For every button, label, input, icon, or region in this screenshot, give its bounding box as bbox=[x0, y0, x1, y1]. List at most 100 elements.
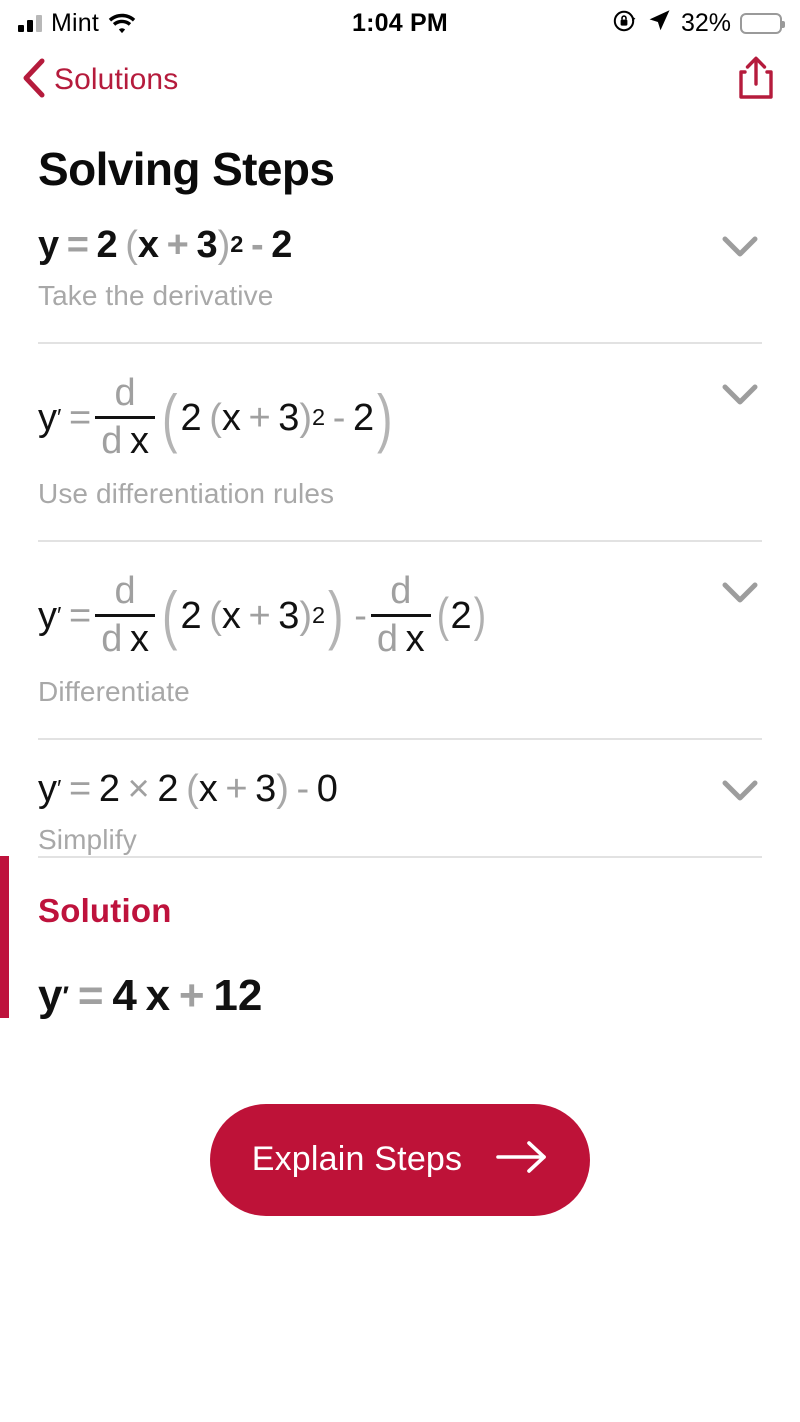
eq-exponent: 2 bbox=[312, 404, 326, 431]
frac-numerator: d bbox=[114, 569, 136, 612]
eq-term: 2 bbox=[271, 224, 293, 266]
solution-label: Solution bbox=[38, 891, 172, 929]
eq-term: 2 bbox=[180, 594, 202, 637]
eq-term: 2 bbox=[180, 396, 202, 439]
eq-paren: ) bbox=[276, 767, 289, 810]
eq-term: 12 bbox=[213, 970, 263, 1020]
arrow-right-icon bbox=[496, 1140, 548, 1179]
chevron-down-icon[interactable] bbox=[722, 374, 762, 411]
eq-term: y bbox=[38, 224, 60, 266]
eq-operator: + bbox=[178, 970, 205, 1020]
eq-operator: = bbox=[69, 767, 92, 810]
step-item[interactable]: y ′ = 2 × 2 ( x + 3 ) - 0 Simplify bbox=[38, 740, 762, 856]
frac-den-x: x bbox=[129, 617, 149, 660]
eq-term: 4 bbox=[112, 970, 137, 1020]
eq-term: x bbox=[137, 224, 160, 266]
frac-denominator: dx bbox=[95, 419, 155, 462]
eq-term: x bbox=[221, 594, 241, 637]
eq-paren: ( bbox=[186, 767, 199, 810]
frac-den-x: x bbox=[405, 617, 425, 660]
step-description: Differentiate bbox=[38, 675, 190, 707]
eq-term: y bbox=[38, 594, 57, 637]
chevron-down-icon[interactable] bbox=[722, 226, 762, 263]
eq-term: 2 bbox=[157, 767, 179, 810]
solution-section: Solution y ′ = 4 x + 12 bbox=[0, 855, 800, 1020]
clock-label: 1:04 PM bbox=[352, 8, 448, 37]
step-expression: y ′ = 2 × 2 ( x + 3 ) - 0 bbox=[38, 770, 722, 808]
eq-term: 0 bbox=[316, 767, 338, 810]
eq-paren: ) bbox=[299, 396, 313, 439]
navigation-bar: Solutions bbox=[0, 46, 800, 114]
back-button[interactable]: Solutions bbox=[20, 58, 178, 103]
frac-denominator: dx bbox=[371, 617, 431, 660]
eq-term: 3 bbox=[278, 594, 300, 637]
eq-paren: ( bbox=[125, 224, 138, 266]
equation-solution: y ′ = 4 x + 12 bbox=[38, 970, 762, 1020]
eq-term: x bbox=[198, 767, 218, 810]
explain-steps-button[interactable]: Explain Steps bbox=[210, 1103, 590, 1216]
derivative-operator: d dx bbox=[370, 571, 431, 660]
step-expression: y ′ = d dx ( 2 ( x + 3 ) 2 - 2 ) bbox=[38, 372, 722, 462]
share-button[interactable] bbox=[734, 54, 778, 107]
equation-step-3: y ′ = d dx ( 2 ( x + 3 ) 2 ) - d d x (2… bbox=[38, 569, 722, 660]
eq-prime: ′ bbox=[57, 404, 62, 431]
eq-operator: + bbox=[225, 767, 248, 810]
eq-prime: ′ bbox=[57, 601, 62, 628]
eq-operator: = bbox=[77, 970, 104, 1020]
eq-term: 3 bbox=[255, 767, 277, 810]
equation-step-2: y ′ = d dx ( 2 ( x + 3 ) 2 - 2 ) bbox=[38, 372, 722, 462]
frac-den-d: d bbox=[376, 617, 399, 660]
page-title: Solving Steps bbox=[38, 143, 335, 195]
eq-operator: = bbox=[66, 224, 89, 266]
frac-denominator: dx bbox=[95, 617, 155, 660]
eq-term: x bbox=[221, 396, 241, 439]
eq-paren: ( bbox=[436, 588, 449, 642]
eq-operator: - bbox=[250, 224, 264, 266]
eq-term: 2 bbox=[96, 224, 118, 266]
step-item[interactable]: y = 2 ( x + 3 ) 2 - 2 Take the derivative bbox=[38, 196, 762, 344]
cta-container: Explain Steps bbox=[0, 1103, 800, 1216]
eq-operator: + bbox=[166, 224, 189, 266]
eq-paren: ) bbox=[328, 579, 344, 652]
derivative-operator: d dx bbox=[95, 569, 155, 660]
eq-paren: ) bbox=[473, 588, 486, 642]
step-expression: y ′ = d dx ( 2 ( x + 3 ) 2 ) - d d x (2… bbox=[38, 569, 722, 660]
eq-operator: - bbox=[332, 396, 346, 439]
eq-paren: ( bbox=[161, 579, 178, 652]
eq-operator: - bbox=[296, 767, 310, 810]
eq-paren: ( bbox=[209, 594, 222, 637]
eq-operator: - bbox=[354, 594, 367, 637]
eq-exponent: 2 bbox=[312, 601, 326, 628]
step-item[interactable]: y ′ = d dx ( 2 ( x + 3 ) 2 - 2 ) Use dif… bbox=[38, 344, 762, 542]
eq-operator: × bbox=[127, 767, 150, 810]
eq-term: 3 bbox=[196, 224, 218, 266]
eq-term: y bbox=[38, 767, 57, 810]
frac-den-d: d bbox=[101, 617, 123, 660]
frac-den-d: d bbox=[101, 419, 123, 462]
step-row: y ′ = 2 × 2 ( x + 3 ) - 0 bbox=[38, 770, 762, 808]
eq-term: 2 bbox=[98, 767, 120, 810]
chevron-down-icon[interactable] bbox=[722, 572, 762, 609]
eq-prime: ′ bbox=[57, 774, 62, 801]
step-description: Take the derivative bbox=[38, 280, 274, 311]
eq-operator: = bbox=[69, 396, 92, 439]
eq-paren: ) bbox=[217, 224, 231, 266]
chevron-down-icon[interactable] bbox=[722, 770, 762, 807]
eq-exponent: 2 bbox=[230, 231, 244, 258]
eq-operator: + bbox=[248, 594, 271, 637]
eq-term: 2 bbox=[353, 396, 375, 439]
solution-expression: y ′ = 4 x + 12 bbox=[38, 970, 762, 1020]
step-item[interactable]: y ′ = d dx ( 2 ( x + 3 ) 2 ) - d d x (2… bbox=[38, 542, 762, 740]
eq-term: y bbox=[38, 970, 63, 1020]
eq-term: 2 bbox=[450, 594, 472, 637]
eq-paren: ) bbox=[299, 594, 313, 637]
chevron-left-icon bbox=[20, 58, 46, 103]
step-description: Use differentiation rules bbox=[38, 477, 335, 509]
status-bar: Mint 1:04 PM 32% bbox=[0, 0, 800, 46]
step-row: y = 2 ( x + 3 ) 2 - 2 bbox=[38, 226, 762, 264]
eq-paren: ) bbox=[377, 381, 393, 454]
frac-numerator: d bbox=[114, 372, 136, 414]
eq-paren: ( bbox=[209, 396, 222, 439]
step-description: Simplify bbox=[38, 823, 137, 855]
step-row: y ′ = d dx ( 2 ( x + 3 ) 2 ) - d d x (2… bbox=[38, 569, 762, 660]
